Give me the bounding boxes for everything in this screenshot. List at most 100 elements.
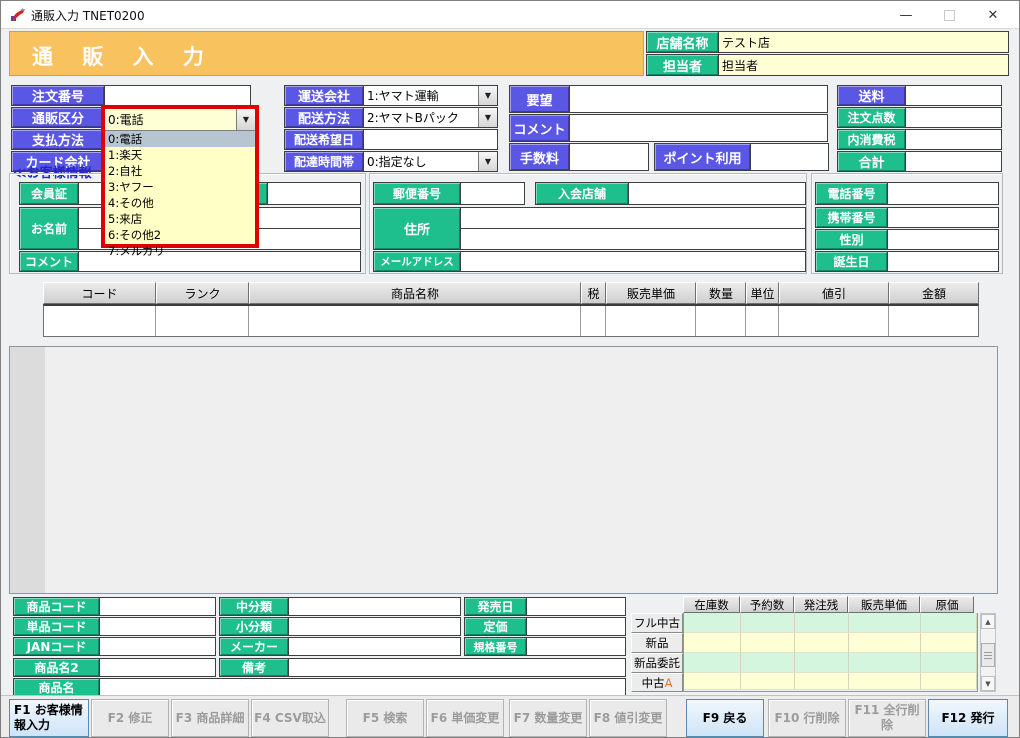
- ship-method-dropdown-icon[interactable]: ▼: [478, 108, 497, 127]
- channel-option-2[interactable]: 2:自社: [105, 163, 255, 179]
- f1-customer-info-button[interactable]: F1 お客様情報入力: [9, 699, 89, 737]
- shipping-field[interactable]: [906, 86, 1001, 105]
- maximize-button[interactable]: [927, 1, 971, 29]
- desired-date-field[interactable]: [364, 130, 497, 149]
- points-field[interactable]: [751, 144, 828, 170]
- birthday-field[interactable]: [888, 252, 998, 271]
- stock-cell: [921, 673, 977, 690]
- f2-edit-button[interactable]: F2 修正: [91, 699, 169, 737]
- unit-code-field[interactable]: [100, 618, 215, 635]
- order-comment-field[interactable]: [570, 115, 827, 141]
- item-count-field[interactable]: [906, 108, 1001, 127]
- stock-col-cost: 原価: [920, 596, 974, 613]
- channel-combo[interactable]: 0:電話 ▼: [105, 109, 255, 131]
- cell-qty[interactable]: [696, 306, 746, 336]
- product-code-field[interactable]: [100, 598, 215, 615]
- stock-col-backorder: 発注残: [794, 596, 848, 613]
- staff-row: 担当者 担当者: [646, 54, 1009, 76]
- product-name2-row: 商品名2: [13, 658, 216, 677]
- channel-label: 通販区分: [12, 108, 105, 127]
- cell-unit[interactable]: [746, 306, 779, 336]
- cell-code[interactable]: [44, 306, 156, 336]
- f12-issue-button[interactable]: F12 発行: [928, 699, 1008, 737]
- time-slot-combo[interactable]: 0:指定なし ▼: [364, 152, 497, 171]
- zip-field[interactable]: [461, 183, 524, 204]
- items-list-area[interactable]: [9, 346, 998, 594]
- channel-option-3[interactable]: 3:ヤフー: [105, 179, 255, 195]
- carrier-combo[interactable]: 1:ヤマト運輸 ▼: [364, 86, 497, 105]
- channel-option-6[interactable]: 6:その他2: [105, 227, 255, 243]
- product-name-field[interactable]: [100, 679, 625, 696]
- channel-option-7[interactable]: 7:メルカリ: [105, 243, 255, 259]
- standard-no-field[interactable]: [527, 638, 625, 655]
- items-list-row-selector[interactable]: [10, 347, 45, 593]
- note-field[interactable]: [289, 659, 625, 676]
- stock-cell: [741, 653, 795, 673]
- close-button[interactable]: ✕: [971, 1, 1015, 29]
- carrier-dropdown-icon[interactable]: ▼: [478, 86, 497, 105]
- request-field[interactable]: [570, 86, 827, 112]
- f8-discount-button[interactable]: F8 値引変更: [589, 699, 667, 737]
- total-field[interactable]: [906, 152, 1001, 171]
- join-store-field[interactable]: [629, 183, 805, 204]
- release-date-field[interactable]: [527, 598, 625, 615]
- col-unit: 単位: [746, 282, 779, 304]
- order-no-field[interactable]: [105, 86, 250, 105]
- f6-unit-price-button[interactable]: F6 単価変更: [426, 699, 504, 737]
- staff-field[interactable]: 担当者: [719, 55, 1008, 75]
- maker-field[interactable]: [289, 638, 460, 655]
- cell-rank[interactable]: [156, 306, 249, 336]
- channel-option-4[interactable]: 4:その他: [105, 195, 255, 211]
- tax-field[interactable]: [906, 130, 1001, 149]
- small-class-field[interactable]: [289, 618, 460, 635]
- list-price-field[interactable]: [527, 618, 625, 635]
- desired-date-label: 配送希望日: [285, 130, 364, 149]
- stock-scrollbar[interactable]: ▲ ▼: [980, 613, 996, 692]
- f10-row-delete-button[interactable]: F10 行削除: [768, 699, 846, 737]
- minimize-button[interactable]: —: [884, 1, 928, 29]
- member-card-field[interactable]: [268, 183, 360, 204]
- shipping-label: 送料: [838, 86, 906, 105]
- cell-product-name[interactable]: [249, 306, 581, 336]
- address-field-1[interactable]: [461, 208, 805, 229]
- address-field-2[interactable]: [461, 229, 805, 249]
- f11-all-delete-button[interactable]: F11 全行削除: [848, 699, 926, 737]
- f3-product-detail-button[interactable]: F3 商品詳細: [171, 699, 249, 737]
- fee-field[interactable]: [570, 144, 648, 170]
- email-field[interactable]: [461, 252, 805, 271]
- time-slot-dropdown-icon[interactable]: ▼: [478, 152, 497, 171]
- unit-code-label: 単品コード: [14, 618, 100, 635]
- store-name-field[interactable]: テスト店: [719, 32, 1008, 52]
- phone-field[interactable]: [888, 183, 998, 204]
- cell-unit-price[interactable]: [606, 306, 696, 336]
- channel-option-0[interactable]: 0:電話: [105, 131, 255, 147]
- cell-tax[interactable]: [581, 306, 606, 336]
- tax-row: 内消費税: [837, 129, 1002, 150]
- stock-cell: [795, 633, 849, 653]
- scroll-down-icon[interactable]: ▼: [981, 676, 995, 691]
- ship-method-combo[interactable]: 2:ヤマトBパック ▼: [364, 108, 497, 127]
- scrollbar-thumb[interactable]: [981, 643, 995, 667]
- jan-code-field[interactable]: [100, 638, 215, 655]
- f5-search-button[interactable]: F5 検索: [346, 699, 424, 737]
- product-name2-field[interactable]: [100, 659, 215, 676]
- channel-dropdown-icon[interactable]: ▼: [236, 109, 255, 130]
- stock-cell: [921, 653, 977, 673]
- f9-back-button[interactable]: F9 戻る: [686, 699, 764, 737]
- address-row: 住所: [373, 207, 806, 250]
- scroll-up-icon[interactable]: ▲: [981, 614, 995, 629]
- f7-qty-change-button[interactable]: F7 数量変更: [509, 699, 587, 737]
- cell-amount[interactable]: [889, 306, 978, 336]
- email-row: メールアドレス: [373, 251, 806, 272]
- product-name2-label: 商品名2: [14, 659, 100, 676]
- cell-discount[interactable]: [779, 306, 889, 336]
- channel-option-1[interactable]: 1:楽天: [105, 147, 255, 163]
- f4-csv-import-button[interactable]: F4 CSV取込: [251, 699, 329, 737]
- points-label: ポイント利用: [655, 144, 751, 170]
- mobile-field[interactable]: [888, 208, 998, 227]
- col-amount: 金額: [889, 282, 979, 304]
- mid-class-field[interactable]: [289, 598, 460, 615]
- product-code-row: 商品コード: [13, 597, 216, 616]
- channel-option-5[interactable]: 5:来店: [105, 211, 255, 227]
- gender-field[interactable]: [888, 230, 998, 249]
